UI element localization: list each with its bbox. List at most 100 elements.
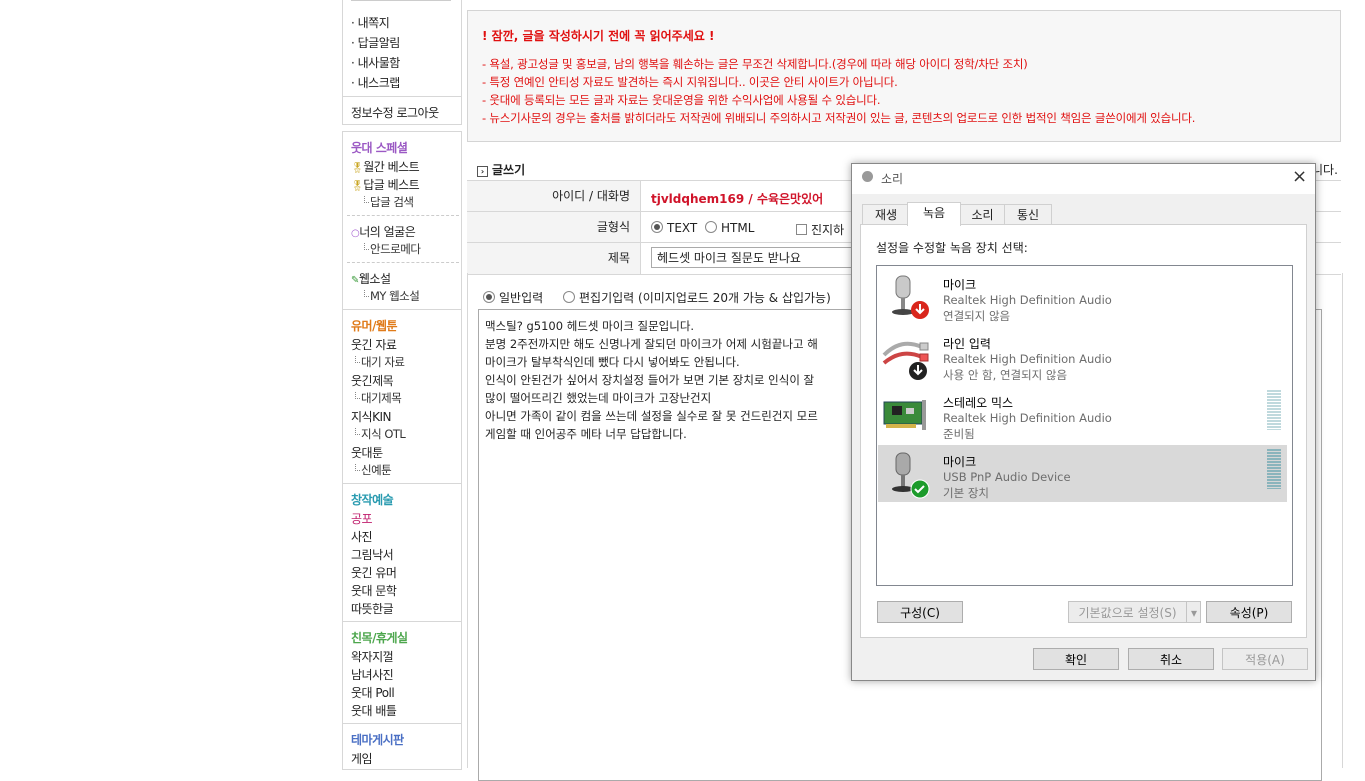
- device-driver: Realtek High Definition Audio: [943, 411, 1112, 425]
- category-theme[interactable]: 테마게시판: [351, 731, 404, 748]
- format-text-radio[interactable]: TEXT: [651, 221, 697, 235]
- microphone-default-icon: [892, 452, 930, 499]
- notice-line: - 웃대에 등록되는 모든 글과 자료는 웃대운영을 위한 수익사업에 사용될 …: [482, 93, 881, 107]
- device-name: 마이크: [943, 278, 977, 292]
- sidebar-item-monthly-best[interactable]: 🎖월간 베스트: [351, 158, 420, 175]
- sidebar-item-your-face[interactable]: ○너의 얼굴은: [351, 223, 416, 240]
- sidebar-item-poll[interactable]: 웃대 Poll: [351, 684, 395, 701]
- divider: [343, 309, 461, 310]
- close-icon[interactable]: ×: [1292, 166, 1307, 187]
- notice-box: ! 잠깐, 글을 작성하시기 전에 꼭 읽어주세요 ! - 욕설, 광고성글 및…: [467, 10, 1341, 142]
- medal-icon: 🎖: [351, 181, 364, 192]
- truncated-top-item: [351, 0, 451, 1]
- level-meter: [1267, 390, 1281, 430]
- serious-checkbox[interactable]: 진지하: [796, 221, 844, 238]
- tab-communications[interactable]: 통신: [1004, 204, 1052, 225]
- divider: [343, 483, 461, 484]
- sidebar: · 내쪽지 · 답글알림 · 내사물함 · 내스크랩 정보수정 로그아웃 웃대 …: [342, 0, 462, 770]
- account-links[interactable]: 정보수정 로그아웃: [351, 104, 439, 121]
- device-stereo-mix[interactable]: 스테레오 믹스 Realtek High Definition Audio 준비…: [878, 386, 1287, 443]
- sidebar-item-new-webtoon[interactable]: 신예툰: [354, 462, 392, 478]
- category-art[interactable]: 창작예술: [351, 491, 394, 508]
- device-name: 마이크: [943, 455, 977, 469]
- body-text: 맥스틸? g5100 헤드셋 마이크 질문입니다. 분명 2주전까지만 해도 신…: [485, 319, 818, 441]
- category-friend[interactable]: 친목/휴게실: [351, 629, 408, 646]
- device-mic-usb[interactable]: 마이크 USB PnP Audio Device 기본 장치: [878, 445, 1287, 502]
- device-status: 준비됨: [943, 427, 975, 441]
- device-status: 연결되지 않음: [943, 309, 1011, 323]
- tab-panel: 설정을 수정할 녹음 장치 선택: 마이크 Realtek High Defin…: [860, 224, 1307, 638]
- cancel-button[interactable]: 취소: [1128, 648, 1214, 670]
- format-html-radio[interactable]: HTML: [705, 221, 754, 235]
- sidebar-item-noisy[interactable]: 왁자지껄: [351, 648, 394, 665]
- device-mic-realtek[interactable]: 마이크 Realtek High Definition Audio 연결되지 않…: [878, 268, 1287, 325]
- device-line-in[interactable]: 라인 입력 Realtek High Definition Audio 사용 안…: [878, 327, 1287, 384]
- sidebar-item-funny-title[interactable]: 웃긴제목: [351, 372, 394, 389]
- sidebar-item-otl[interactable]: 지식 OTL: [354, 426, 406, 442]
- sidebar-item-warm[interactable]: 따뜻한글: [351, 600, 394, 617]
- properties-button[interactable]: 속성(P): [1206, 601, 1292, 623]
- sidebar-item-messages[interactable]: · 내쪽지: [351, 14, 390, 31]
- divider: [347, 215, 459, 216]
- tab-recording[interactable]: 녹음: [907, 202, 961, 226]
- sidebar-item-literature[interactable]: 웃대 문학: [351, 582, 397, 599]
- sidebar-item-waiting-data[interactable]: 대기 자료: [354, 354, 405, 370]
- sidebar-item-web-novel[interactable]: ✎웹소설: [351, 270, 391, 287]
- category-special[interactable]: 웃대 스페셜: [351, 139, 408, 156]
- arrow-box-icon: ›: [477, 166, 488, 177]
- mode-normal-radio[interactable]: 일반입력: [483, 289, 543, 306]
- sidebar-item-reply-best[interactable]: 🎖답글 베스트: [351, 176, 420, 193]
- sidebar-item-photo[interactable]: 사진: [351, 528, 373, 545]
- sidebar-item-andromeda[interactable]: 안드로메다: [363, 241, 421, 257]
- format-label: 글형식: [467, 212, 641, 243]
- balloon-icon: ○: [351, 228, 360, 239]
- sidebar-item-kin[interactable]: 지식KIN: [351, 408, 391, 425]
- sidebar-item-horror[interactable]: 공포: [351, 510, 373, 527]
- sound-dialog: 소리 × 재생 녹음 소리 통신 설정을 수정할 녹음 장치 선택: 마이크 R…: [851, 163, 1316, 681]
- device-status: 사용 안 함, 연결되지 않음: [943, 368, 1068, 382]
- sidebar-item-funny-data[interactable]: 웃긴 자료: [351, 336, 397, 353]
- device-driver: Realtek High Definition Audio: [943, 352, 1112, 366]
- mode-editor-radio[interactable]: 편집기입력 (이미지업로드 20개 가능 & 삽입가능): [563, 289, 831, 306]
- divider: [343, 96, 461, 97]
- sidebar-item-scrap[interactable]: · 내스크랩: [351, 74, 400, 91]
- microphone-disconnected-icon: [892, 275, 929, 319]
- sidebar-item-waiting-title[interactable]: 대기제목: [354, 390, 402, 406]
- title-bar: 소리 ×: [852, 164, 1315, 194]
- ok-button[interactable]: 확인: [1033, 648, 1119, 670]
- apply-button[interactable]: 적용(A): [1222, 648, 1308, 670]
- sound-card-icon: [883, 400, 926, 430]
- leaf-icon: ✎: [351, 275, 359, 286]
- sidebar-item-doodle[interactable]: 그림낙서: [351, 546, 394, 563]
- device-name: 라인 입력: [943, 337, 991, 351]
- chevron-down-icon[interactable]: ▾: [1186, 602, 1201, 622]
- notice-line: - 특정 연예인 안티성 자료도 발견하는 즉시 지워집니다.. 이곳은 안티 …: [482, 75, 898, 89]
- sidebar-item-battle[interactable]: 웃대 배틀: [351, 702, 397, 719]
- sidebar-item-my-web-novel[interactable]: MY 웹소설: [363, 288, 420, 304]
- write-heading: › 글쓰기: [477, 161, 525, 178]
- device-driver: USB PnP Audio Device: [943, 470, 1071, 484]
- notice-line: - 뉴스기사문의 경우는 출처를 밝히더라도 저작권에 위배되니 주의하시고 저…: [482, 111, 1196, 125]
- account-box: · 내쪽지 · 답글알림 · 내사물함 · 내스크랩 정보수정 로그아웃: [342, 0, 462, 125]
- instruction-text: 설정을 수정할 녹음 장치 선택:: [876, 241, 1028, 255]
- line-in-cable-icon: [882, 341, 929, 380]
- sidebar-item-reply-alerts[interactable]: · 답글알림: [351, 34, 400, 51]
- device-list[interactable]: 마이크 Realtek High Definition Audio 연결되지 않…: [876, 265, 1293, 586]
- device-driver: Realtek High Definition Audio: [943, 293, 1112, 307]
- divider: [343, 621, 461, 622]
- sidebar-item-reply-search[interactable]: 답글 검색: [363, 194, 414, 210]
- level-meter: [1267, 449, 1281, 489]
- menu-box: 웃대 스페셜 🎖월간 베스트 🎖답글 베스트 답글 검색 ○너의 얼굴은 안드로…: [342, 131, 462, 770]
- configure-button[interactable]: 구성(C): [877, 601, 963, 623]
- tab-playback[interactable]: 재생: [862, 204, 910, 225]
- sidebar-item-locker[interactable]: · 내사물함: [351, 54, 400, 71]
- sidebar-item-game[interactable]: 게임: [351, 750, 373, 767]
- sidebar-item-webtoon[interactable]: 웃대툰: [351, 444, 383, 461]
- device-name: 스테레오 믹스: [943, 396, 1014, 410]
- category-humor[interactable]: 유머/웹툰: [351, 317, 398, 334]
- tab-sounds[interactable]: 소리: [958, 204, 1007, 225]
- sidebar-item-couple-photo[interactable]: 남녀사진: [351, 666, 394, 683]
- set-default-button[interactable]: 기본값으로 설정(S) ▾: [1068, 601, 1201, 623]
- sidebar-item-funny-humor[interactable]: 웃긴 유머: [351, 564, 397, 581]
- notice-line: - 욕설, 광고성글 및 홍보글, 남의 행복을 훼손하는 글은 무조건 삭제합…: [482, 57, 1028, 71]
